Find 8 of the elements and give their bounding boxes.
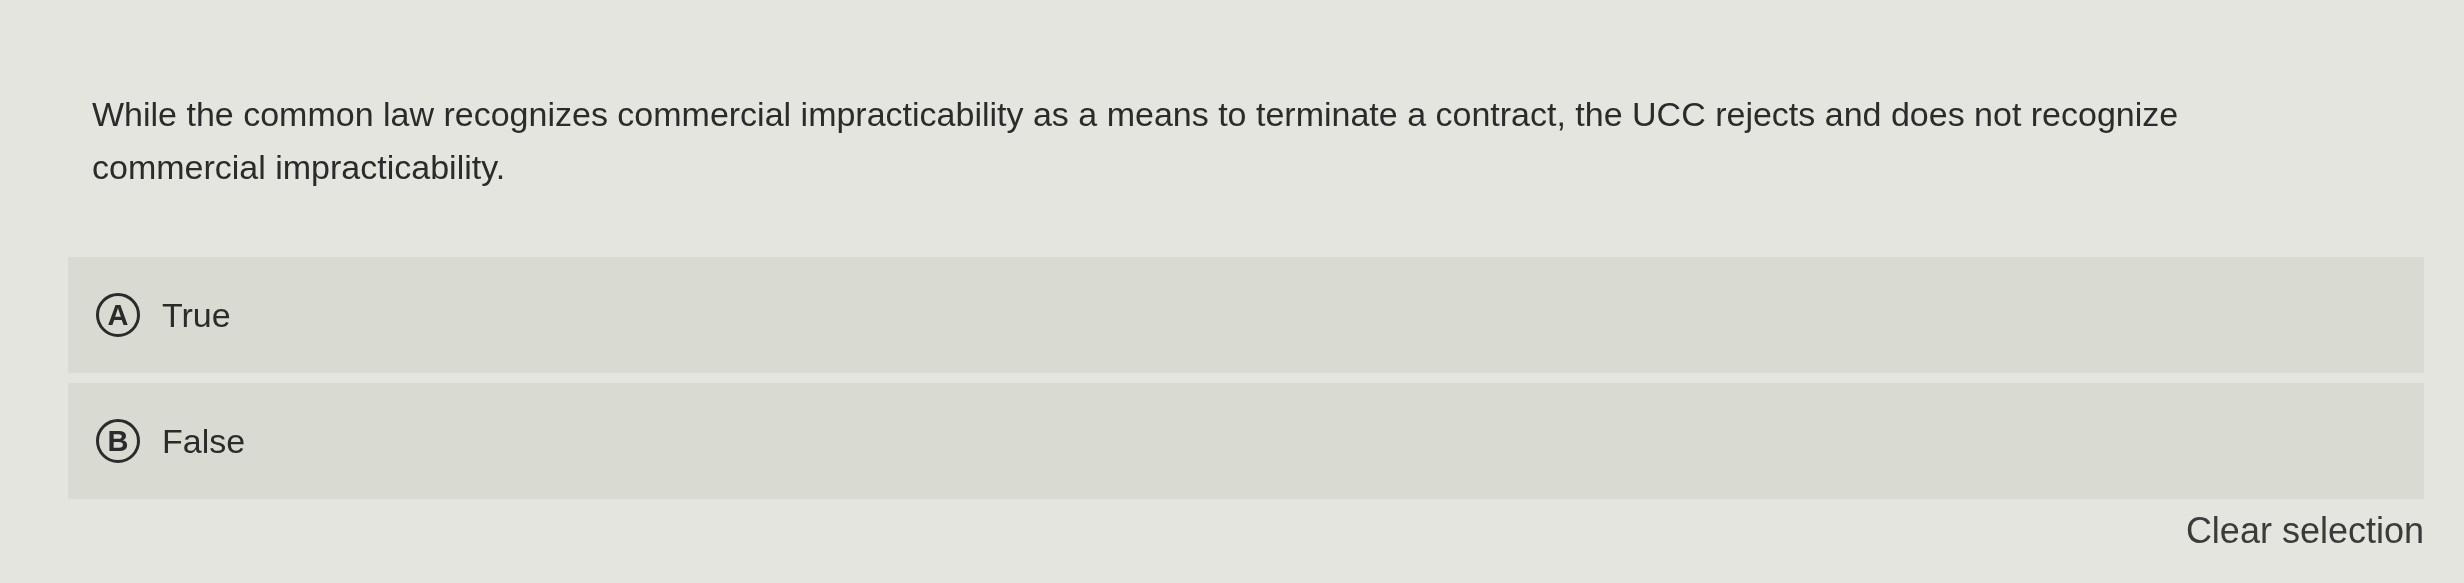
clear-selection-link[interactable]: Clear selection [2185, 513, 2424, 550]
option-letter: A [96, 293, 140, 338]
option-label: True [162, 294, 231, 336]
option-label: False [162, 420, 246, 462]
option-letter: B [96, 419, 140, 464]
question-text: While the common law recognizes commercial impracticability as a means to terminate a contract, the UCC rejects and does not recognize commercial impracticability. [92, 94, 2180, 188]
answer-option[interactable]: B False [68, 383, 2424, 500]
answer-option[interactable]: A True [68, 257, 2424, 374]
